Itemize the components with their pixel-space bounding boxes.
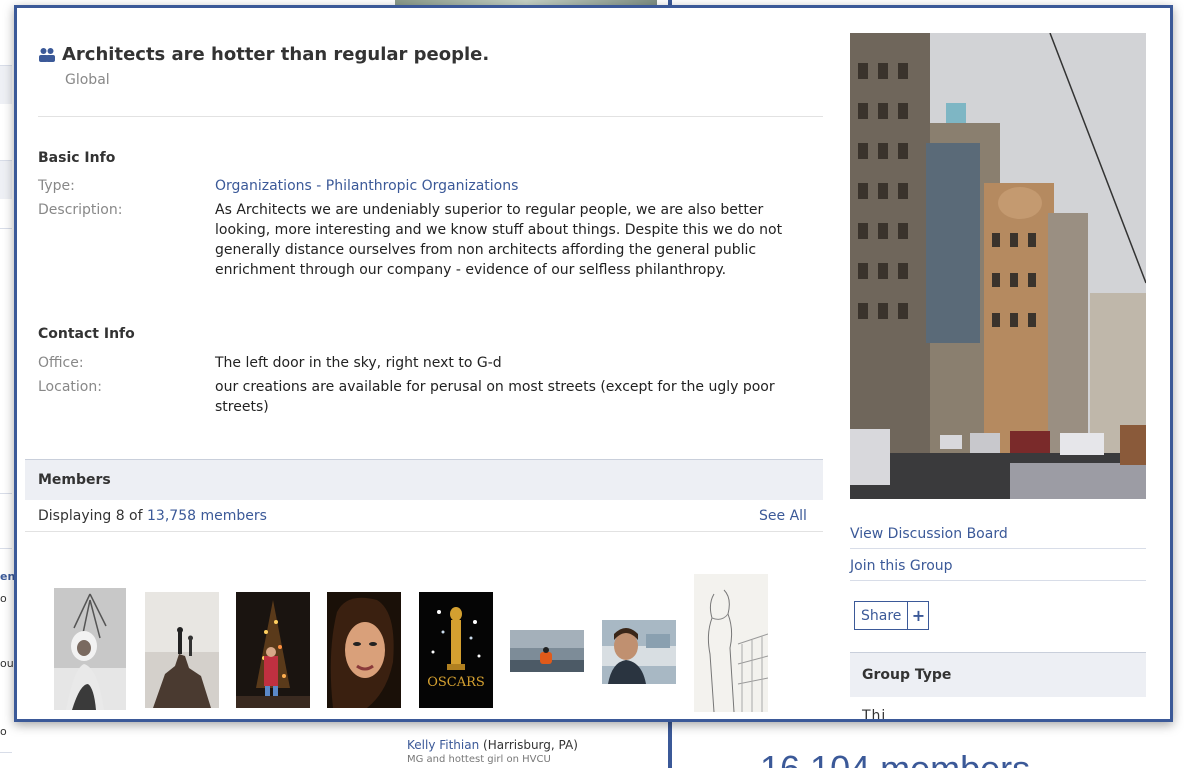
members-heading: Members <box>38 472 111 488</box>
background-text-fragment: o <box>0 725 7 738</box>
type-link[interactable]: Organizations - Philanthropic Organizati… <box>215 178 518 194</box>
share-button[interactable]: Share + <box>854 601 930 630</box>
office-value: The left door in the sky, right next to … <box>215 355 502 371</box>
group-type-text: Thi <box>862 708 887 722</box>
member-thumbnail[interactable] <box>145 592 219 708</box>
view-discussion-board-link[interactable]: View Discussion Board <box>850 526 1146 549</box>
group-scope: Global <box>65 72 110 88</box>
location-label: Location: <box>38 379 102 395</box>
member-subtitle: MG and hottest girl on HVCU <box>407 754 551 765</box>
group-details-column: Architects are hotter than regular peopl… <box>17 8 827 719</box>
office-label: Office: <box>38 355 84 371</box>
background-member-count: 16,104 members <box>760 748 1030 768</box>
svg-text:OSCARS: OSCARS <box>427 675 485 690</box>
members-count-text: Displaying 8 of 13,758 members <box>38 508 267 524</box>
background-divider <box>0 548 12 549</box>
description-label: Description: <box>38 202 123 218</box>
background-sidebar-box <box>0 160 12 199</box>
members-header: Members <box>25 459 823 500</box>
title-divider <box>38 116 823 117</box>
group-type-heading: Group Type <box>862 667 952 683</box>
background-divider <box>0 493 12 494</box>
group-type-header: Group Type <box>850 652 1146 697</box>
background-sidebar-box <box>0 65 12 104</box>
member-thumbnail[interactable] <box>602 620 676 684</box>
location-value: our creations are available for perusal … <box>215 379 775 415</box>
plus-icon: + <box>907 602 928 629</box>
see-all-link[interactable]: See All <box>759 508 807 524</box>
member-name-link[interactable]: Kelly Fithian <box>407 738 479 752</box>
member-thumbnail[interactable] <box>510 630 584 672</box>
contact-info-heading: Contact Info <box>38 326 135 342</box>
members-displaying-prefix: Displaying 8 of <box>38 508 148 524</box>
group-photo[interactable] <box>850 33 1146 499</box>
group-icon <box>39 47 55 62</box>
background-text-fragment: o <box>0 592 7 605</box>
member-thumbnail[interactable] <box>327 592 401 708</box>
member-thumbnail[interactable] <box>694 574 768 712</box>
member-thumbnail[interactable]: OSCARS <box>419 592 493 708</box>
type-value: Organizations - Philanthropic Organizati… <box>215 176 815 196</box>
background-divider <box>0 752 12 753</box>
member-location: (Harrisburg, PA) <box>479 738 578 752</box>
type-label: Type: <box>38 178 75 194</box>
members-divider <box>25 531 823 532</box>
group-info-panel: Architects are hotter than regular peopl… <box>14 5 1173 722</box>
description-value: As Architects we are undeniably superior… <box>215 202 783 278</box>
share-label: Share <box>861 607 902 624</box>
group-title-row: Architects are hotter than regular peopl… <box>38 44 489 65</box>
group-sidebar: View Discussion Board Join this Group Sh… <box>835 8 1165 719</box>
member-thumbnail[interactable] <box>54 588 126 710</box>
join-group-link[interactable]: Join this Group <box>850 558 1146 581</box>
background-text-fragment: en <box>0 570 16 583</box>
basic-info-heading: Basic Info <box>38 150 116 166</box>
member-thumbnail[interactable] <box>236 592 310 708</box>
background-member-entry: Kelly Fithian (Harrisburg, PA) <box>407 738 578 752</box>
group-title: Architects are hotter than regular peopl… <box>62 44 490 65</box>
members-count-link[interactable]: 13,758 members <box>147 508 267 524</box>
background-text-fragment: ou <box>0 657 14 670</box>
background-divider <box>0 228 12 229</box>
